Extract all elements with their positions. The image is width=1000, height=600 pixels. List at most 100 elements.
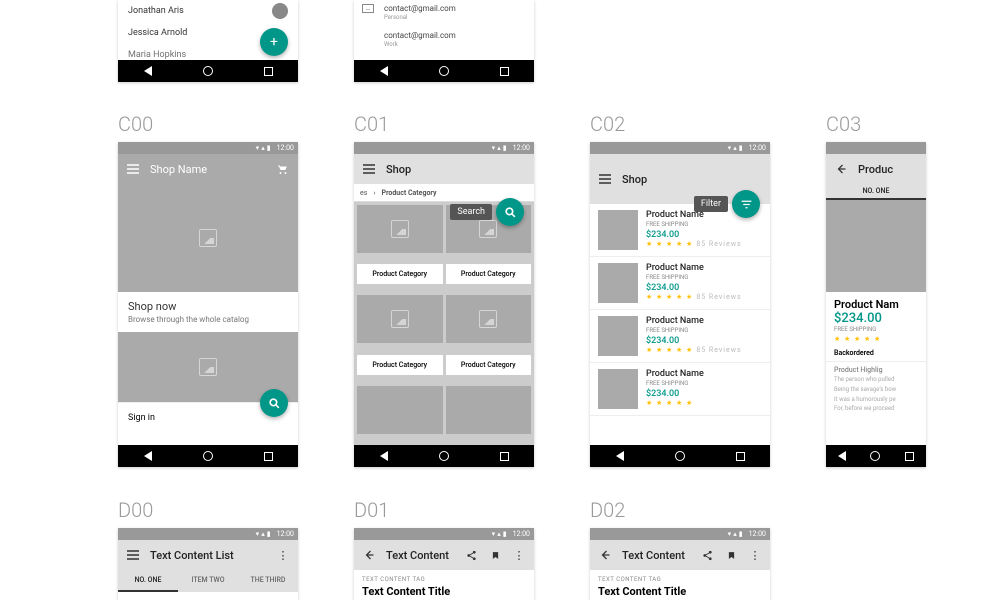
add-fab[interactable]: + bbox=[260, 28, 288, 56]
category-label[interactable]: Product Category bbox=[357, 264, 443, 284]
tab[interactable]: ITEM TWO bbox=[178, 570, 238, 592]
nav-back-icon[interactable] bbox=[616, 451, 624, 461]
email-row[interactable]: contact@gmail.com Work bbox=[354, 27, 534, 54]
category-label[interactable]: Product Category bbox=[446, 264, 532, 284]
breadcrumb-sep: › bbox=[373, 189, 375, 197]
email-row[interactable]: contact@gmail.com Personal bbox=[354, 0, 534, 27]
product-row[interactable]: Product Name FREE SHIPPING $234.00 ★ ★ ★… bbox=[590, 257, 770, 310]
share-icon[interactable] bbox=[464, 548, 478, 562]
app-bar: Text Content ⋮ bbox=[590, 540, 770, 570]
status-bar: ▾▴▮12:00 bbox=[354, 528, 534, 540]
nav-home-icon[interactable] bbox=[203, 451, 213, 461]
nav-back-icon[interactable] bbox=[380, 66, 388, 76]
contact-row[interactable]: Jonathan Aris bbox=[118, 0, 298, 22]
highlights-title: Product Highlig bbox=[834, 366, 918, 374]
app-title: Shop bbox=[622, 173, 762, 186]
image-placeholder-icon bbox=[199, 229, 217, 247]
image-placeholder-icon bbox=[199, 358, 217, 376]
nav-recent-icon[interactable] bbox=[736, 452, 745, 461]
back-icon[interactable] bbox=[598, 548, 612, 562]
cart-icon[interactable] bbox=[276, 162, 290, 176]
nav-home-icon[interactable] bbox=[439, 66, 449, 76]
product-rating: ★ ★ ★ ★ ★85 Reviews bbox=[646, 346, 742, 354]
email-address: contact@gmail.com bbox=[384, 31, 524, 40]
nav-recent-icon[interactable] bbox=[905, 452, 914, 461]
product-rating: ★ ★ ★ ★ ★ bbox=[826, 333, 926, 345]
image-placeholder-icon bbox=[391, 310, 409, 328]
menu-icon[interactable] bbox=[126, 162, 140, 176]
tab[interactable]: THE THIRD bbox=[238, 570, 298, 592]
search-fab[interactable] bbox=[260, 389, 288, 417]
android-navbar bbox=[118, 445, 298, 467]
filter-fab[interactable] bbox=[732, 190, 760, 218]
product-name: Product Name bbox=[646, 369, 704, 379]
nav-back-icon[interactable] bbox=[144, 451, 152, 461]
product-shipping: FREE SHIPPING bbox=[646, 274, 742, 281]
breadcrumb-item[interactable]: Product Category bbox=[381, 189, 436, 197]
highlight-line: It was a humorously pe bbox=[834, 396, 918, 404]
product-price: $234.00 bbox=[646, 230, 742, 240]
category-label[interactable]: Product Category bbox=[446, 355, 532, 375]
nav-recent-icon[interactable] bbox=[264, 67, 273, 76]
mock-contacts-partial: Jonathan Aris Jessica Arnold Maria Hopki… bbox=[118, 0, 298, 82]
category-tile[interactable] bbox=[357, 205, 443, 253]
mock-label: D01 bbox=[354, 498, 389, 522]
product-shipping: FREE SHIPPING bbox=[646, 221, 742, 228]
more-icon[interactable]: ⋮ bbox=[512, 548, 526, 562]
nav-home-icon[interactable] bbox=[675, 451, 685, 461]
nav-home-icon[interactable] bbox=[203, 66, 213, 76]
category-label[interactable]: Product Category bbox=[357, 355, 443, 375]
tab[interactable]: NO. ONE bbox=[118, 570, 178, 592]
backordered-label: Backordered bbox=[826, 345, 926, 361]
product-hero bbox=[826, 200, 926, 292]
nav-recent-icon[interactable] bbox=[500, 67, 509, 76]
nav-home-icon[interactable] bbox=[870, 451, 880, 461]
app-title: Shop Name bbox=[150, 163, 266, 176]
category-tile[interactable] bbox=[446, 386, 532, 434]
app-title: Shop bbox=[386, 163, 526, 176]
card-subtext: Browse through the whole catalog bbox=[128, 315, 288, 324]
tab[interactable]: NO. ONE bbox=[826, 184, 926, 200]
search-fab[interactable] bbox=[496, 198, 524, 226]
mock-label: C03 bbox=[826, 112, 861, 136]
more-icon[interactable]: ⋮ bbox=[748, 548, 762, 562]
product-highlights: Product Highlig The person who pulled Be… bbox=[826, 361, 926, 417]
category-tile[interactable] bbox=[357, 295, 443, 343]
content-tag: TEXT CONTENT TAG bbox=[590, 570, 770, 583]
mock-label: C00 bbox=[118, 112, 153, 136]
bookmark-icon[interactable] bbox=[488, 548, 502, 562]
content-title: Text Content Title bbox=[590, 583, 770, 600]
review-count: 85 Reviews bbox=[696, 346, 741, 354]
nav-recent-icon[interactable] bbox=[264, 452, 273, 461]
status-time: 12:00 bbox=[749, 144, 766, 152]
back-icon[interactable] bbox=[362, 548, 376, 562]
menu-icon[interactable] bbox=[362, 162, 376, 176]
product-row[interactable]: Product Name FREE SHIPPING $234.00 ★ ★ ★… bbox=[590, 363, 770, 416]
product-shipping: FREE SHIPPING bbox=[646, 380, 704, 387]
content-tag: TEXT CONTENT TAG bbox=[354, 570, 534, 583]
nav-back-icon[interactable] bbox=[380, 451, 388, 461]
hero-placeholder bbox=[118, 184, 298, 292]
menu-icon[interactable] bbox=[126, 548, 140, 562]
category-tile[interactable] bbox=[446, 295, 532, 343]
shop-now-card[interactable]: Shop now Browse through the whole catalo… bbox=[118, 292, 298, 332]
review-count: 85 Reviews bbox=[696, 240, 741, 248]
more-icon[interactable]: ⋮ bbox=[276, 548, 290, 562]
nav-back-icon[interactable] bbox=[838, 451, 846, 461]
bookmark-icon[interactable] bbox=[724, 548, 738, 562]
product-thumb bbox=[598, 210, 638, 250]
nav-home-icon[interactable] bbox=[439, 451, 449, 461]
tabs: NO. ONE bbox=[826, 184, 926, 200]
status-time: 12:00 bbox=[513, 144, 530, 152]
product-row[interactable]: Product Name FREE SHIPPING $234.00 ★ ★ ★… bbox=[590, 310, 770, 363]
mail-icon bbox=[362, 4, 374, 13]
nav-recent-icon[interactable] bbox=[500, 452, 509, 461]
menu-icon[interactable] bbox=[598, 172, 612, 186]
back-icon[interactable] bbox=[834, 162, 848, 176]
share-icon[interactable] bbox=[700, 548, 714, 562]
product-price: $234.00 bbox=[646, 283, 742, 293]
category-tile[interactable] bbox=[357, 386, 443, 434]
android-navbar bbox=[590, 445, 770, 467]
nav-back-icon[interactable] bbox=[144, 66, 152, 76]
breadcrumb-item[interactable]: es bbox=[360, 189, 367, 197]
